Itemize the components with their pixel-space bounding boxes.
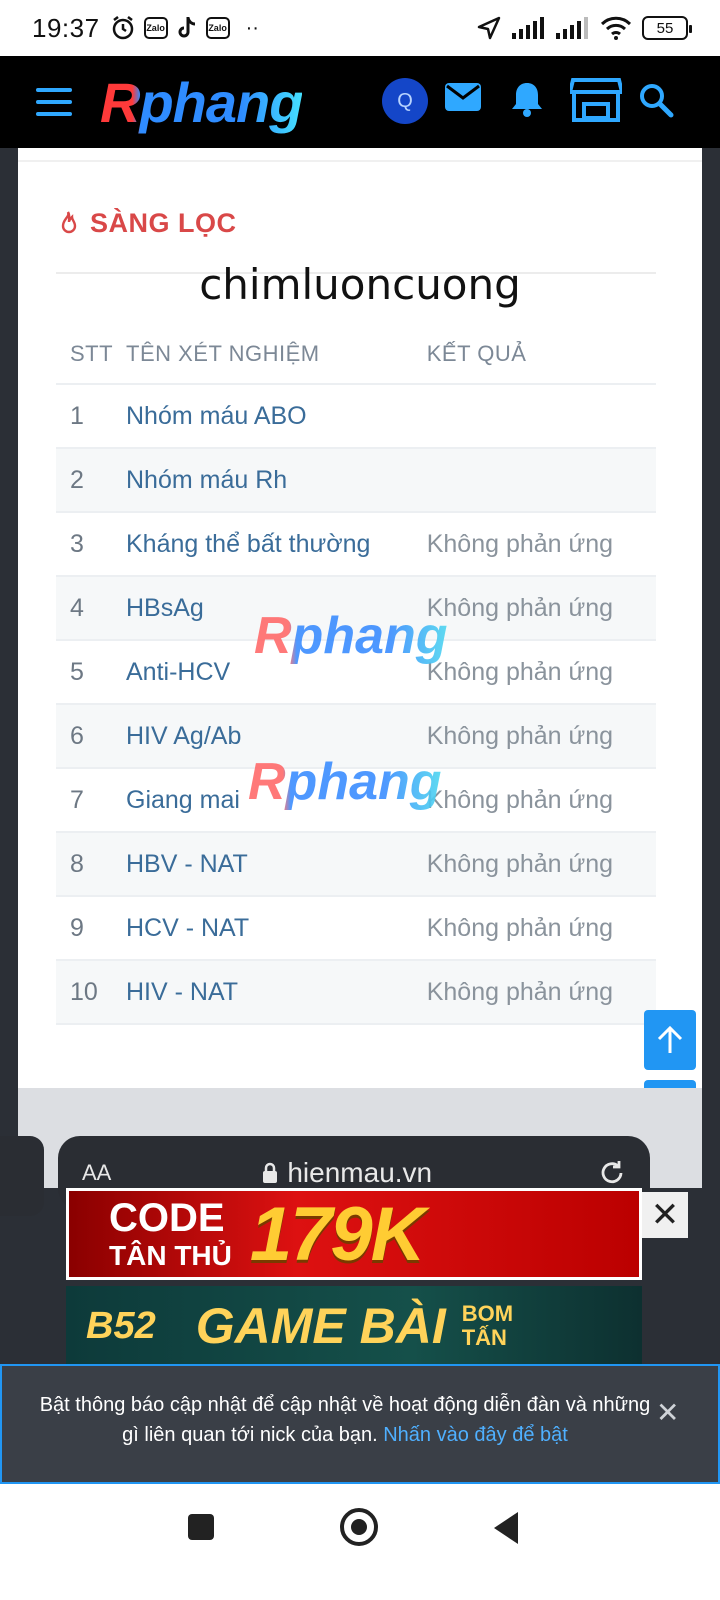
promo-code-line2: TÂN THỦ — [109, 1240, 232, 1271]
test-result — [426, 448, 656, 513]
watermark-logo: Rphang — [254, 607, 448, 665]
test-result: Không phản ứng — [426, 768, 656, 833]
promo-title: GAME BÀI — [195, 1298, 446, 1354]
promo-tagline: BOM TẤN — [461, 1300, 514, 1350]
system-indicators: 55 — [476, 15, 692, 41]
bell-icon[interactable] — [510, 80, 544, 118]
row-stt: 2 — [56, 448, 126, 513]
site-header: Rphang Q — [0, 56, 720, 148]
menu-icon[interactable] — [36, 88, 72, 116]
location-icon — [477, 16, 501, 40]
test-result: Không phản ứng — [426, 512, 656, 577]
system-navigation-bar — [0, 1484, 720, 1600]
test-result: Không phản ứng — [426, 640, 656, 705]
table-row: 1 Nhóm máu ABO — [56, 384, 656, 449]
promo-amount: 179K — [249, 1191, 426, 1277]
table-row: 3 Kháng thể bất thường Không phản ứng — [56, 512, 656, 577]
url-field[interactable]: hienmau.vn — [261, 1157, 432, 1189]
alarm-icon — [112, 16, 133, 40]
promo-code-line1: CODE — [109, 1196, 225, 1240]
table-header-row: STT TÊN XÉT NGHIỆM KẾT QUẢ — [56, 324, 656, 385]
home-button[interactable] — [340, 1508, 378, 1546]
zalo-icon: Zalo — [143, 17, 168, 39]
signal-icon — [512, 17, 544, 39]
test-name[interactable]: Kháng thể bất thường — [126, 512, 427, 577]
test-result — [426, 384, 656, 449]
screening-card: SÀNG LỌC chimluoncuong STT TÊN XÉT NGHIỆ… — [18, 148, 702, 1088]
test-result: Không phản ứng — [426, 832, 656, 897]
close-ad-button[interactable]: ✕ — [642, 1192, 688, 1238]
test-result: Không phản ứng — [426, 896, 656, 961]
row-stt: 10 — [56, 960, 126, 1025]
more-notifications: ·· — [245, 16, 259, 39]
test-result: Không phản ứng — [426, 704, 656, 769]
row-stt: 1 — [56, 384, 126, 449]
row-stt: 5 — [56, 640, 126, 705]
wifi-icon — [600, 16, 632, 40]
promo-banner-code[interactable]: CODE TÂN THỦ 179K — [66, 1188, 642, 1280]
promo-tagline-line2: TẤN — [461, 1325, 507, 1350]
table-row: 2 Nhóm máu Rh — [56, 448, 656, 513]
text-size-button[interactable]: AA — [82, 1160, 111, 1186]
column-header-test: TÊN XÉT NGHIỆM — [126, 324, 427, 385]
enable-notifications-link[interactable]: Nhấn vào đây để bật — [383, 1424, 568, 1446]
lock-icon — [263, 1162, 278, 1183]
back-button[interactable] — [494, 1512, 518, 1544]
row-stt: 3 — [56, 512, 126, 577]
table-row: 8 HBV - NAT Không phản ứng — [56, 832, 656, 897]
zalo-icon: Zalo — [205, 17, 230, 39]
reload-icon[interactable] — [598, 1159, 626, 1187]
scroll-top-button[interactable] — [644, 1010, 696, 1070]
test-name[interactable]: Nhóm máu Rh — [126, 448, 427, 513]
test-name[interactable]: HCV - NAT — [126, 896, 427, 961]
mail-icon[interactable] — [444, 82, 482, 112]
tiktok-icon — [178, 17, 195, 38]
close-icon[interactable]: ✕ — [656, 1396, 679, 1429]
screening-table: STT TÊN XÉT NGHIỆM KẾT QUẢ 1 Nhóm máu AB… — [56, 324, 656, 1025]
watermark-logo: Rphang — [248, 753, 442, 811]
promo-brand: B52 — [86, 1304, 156, 1347]
promo-banner-game[interactable]: B52 GAME BÀI BOM TẤN — [66, 1286, 642, 1366]
row-stt: 9 — [56, 896, 126, 961]
table-row: 10 HIV - NAT Không phản ứng — [56, 960, 656, 1025]
table-row: 9 HCV - NAT Không phản ứng — [56, 896, 656, 961]
signal-icon — [556, 17, 588, 39]
test-name[interactable]: HBV - NAT — [126, 832, 427, 897]
section-header: SÀNG LỌC — [56, 208, 237, 239]
test-result: Không phản ứng — [426, 576, 656, 641]
promo-code-text: CODE TÂN THỦ — [109, 1198, 232, 1270]
notification-message: Bật thông báo cập nhật để cập nhật về ho… — [30, 1390, 660, 1450]
browser-tab-edge — [0, 1136, 44, 1216]
card-top-divider — [18, 148, 702, 162]
username-overlay: chimluoncuong — [199, 260, 521, 309]
test-name[interactable]: HIV - NAT — [126, 960, 427, 1025]
status-bar: 19:37 Zalo Zalo ·· 55 — [0, 0, 720, 56]
column-header-result: KẾT QUẢ — [426, 324, 656, 385]
store-icon[interactable] — [570, 76, 622, 122]
avatar[interactable]: Q — [382, 78, 428, 124]
promo-tagline-line1: BOM — [461, 1300, 514, 1326]
recent-apps-button[interactable] — [188, 1514, 214, 1540]
column-header-stt: STT — [56, 324, 126, 385]
site-logo[interactable]: Rphang — [100, 70, 303, 135]
search-icon[interactable] — [638, 82, 674, 118]
notification-prompt: Bật thông báo cập nhật để cập nhật về ho… — [0, 1364, 720, 1484]
fire-icon — [61, 210, 77, 233]
notification-icons: Zalo Zalo ·· — [110, 15, 259, 41]
arrow-up-icon — [657, 1025, 683, 1053]
row-stt: 8 — [56, 832, 126, 897]
battery-indicator: 55 — [642, 16, 692, 40]
test-name[interactable]: Nhóm máu ABO — [126, 384, 427, 449]
row-stt: 7 — [56, 768, 126, 833]
clock: 19:37 — [32, 12, 100, 43]
section-title: SÀNG LỌC — [90, 208, 237, 238]
url-text: hienmau.vn — [287, 1157, 433, 1188]
row-stt: 6 — [56, 704, 126, 769]
row-stt: 4 — [56, 576, 126, 641]
test-result: Không phản ứng — [426, 960, 656, 1025]
